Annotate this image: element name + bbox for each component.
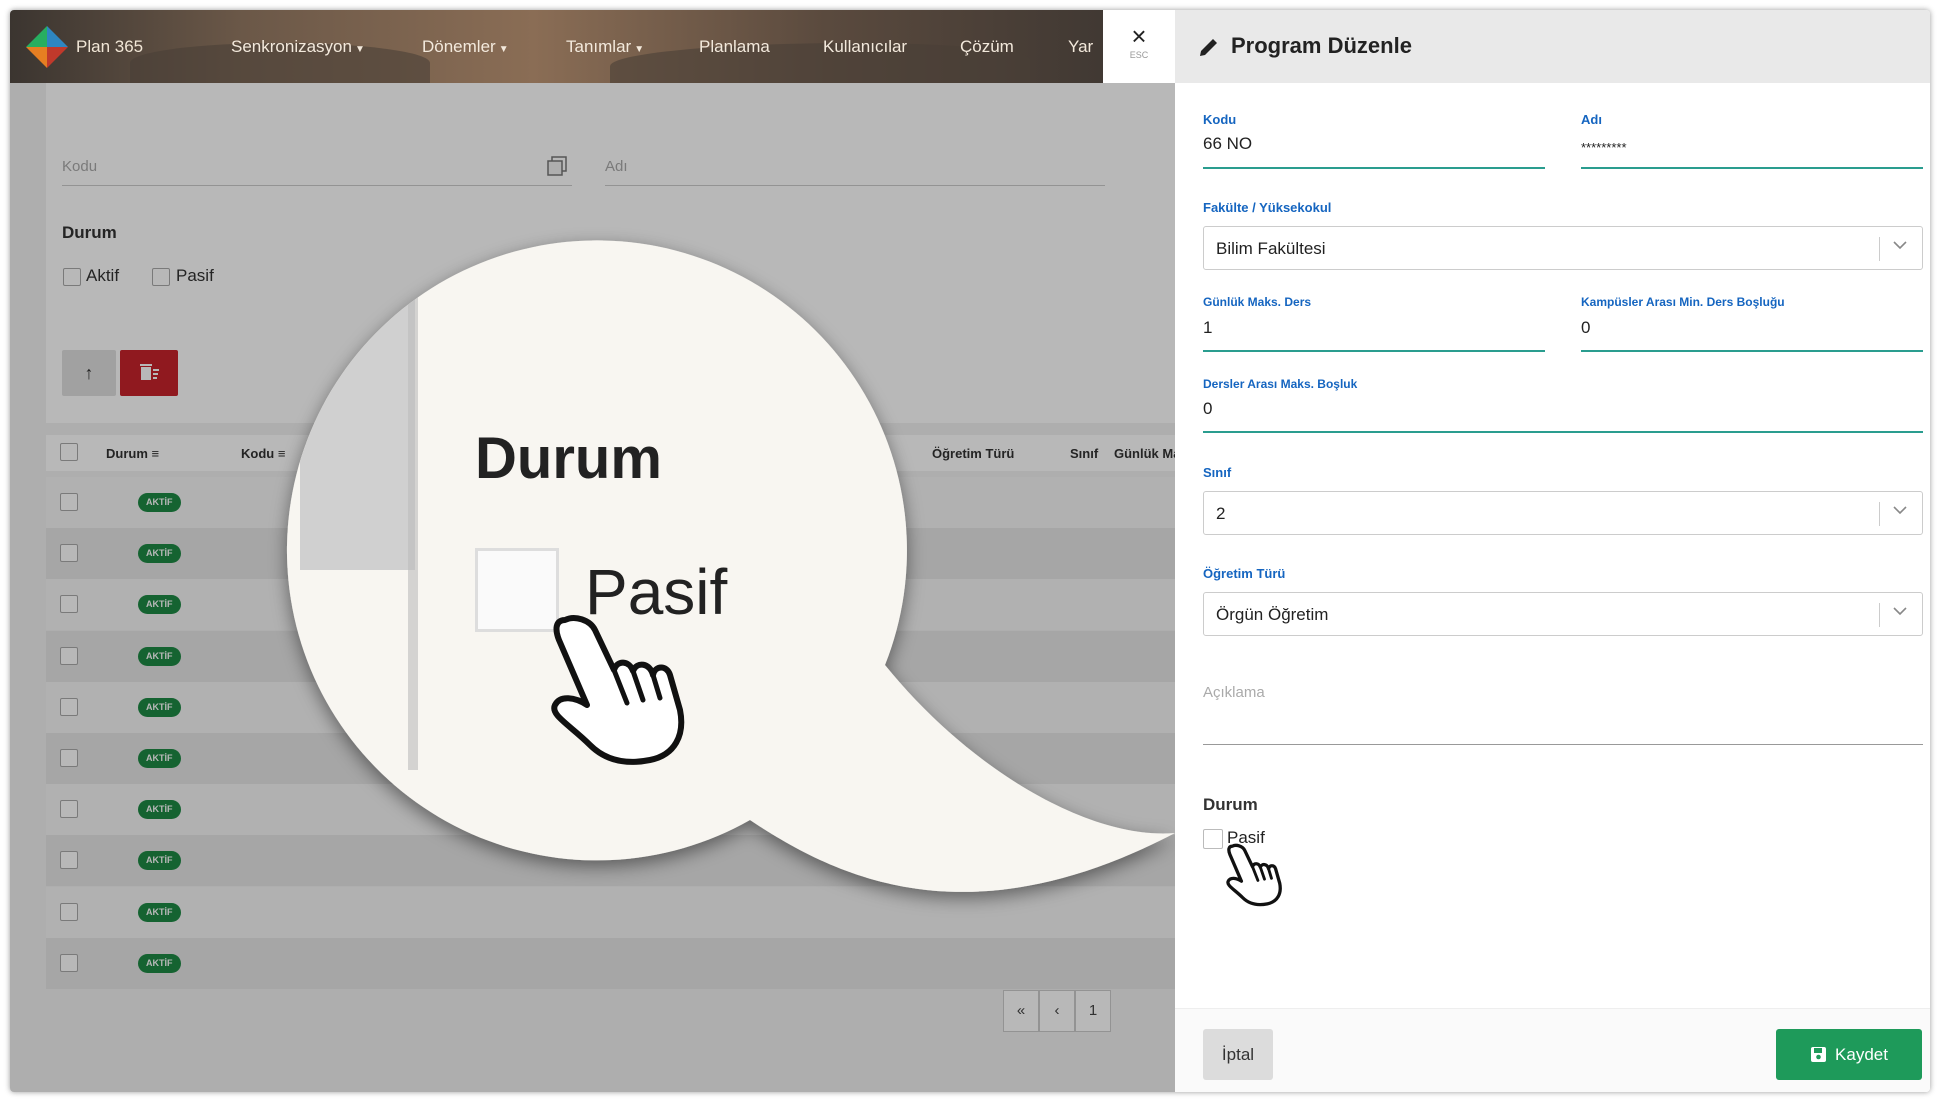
ogretim-turu-select[interactable]: Örgün Öğretim — [1203, 592, 1923, 636]
save-button[interactable]: Kaydet — [1776, 1029, 1922, 1080]
kampus-bosluk-input[interactable]: 0 — [1581, 318, 1590, 338]
sinif-select[interactable]: 2 — [1203, 491, 1923, 535]
save-icon — [1811, 1047, 1827, 1062]
panel-footer: İptal Kaydet — [1175, 1008, 1930, 1092]
fakulte-select[interactable]: Bilim Fakültesi — [1203, 226, 1923, 270]
kodu-label: Kodu — [1203, 112, 1237, 127]
fakulte-label: Fakülte / Yüksekokul — [1203, 200, 1332, 215]
chevron-down-icon — [1893, 241, 1907, 250]
aciklama-input[interactable]: Açıklama — [1203, 684, 1265, 701]
ogretim-turu-label: Öğretim Türü — [1203, 566, 1286, 581]
screenshot-frame: Plan 365 Senkronizasyon ▼ Dönemler ▼ Tanım… — [10, 10, 1930, 1092]
top-navbar: Plan 365 Senkronizasyon ▼ Dönemler ▼ Tanım… — [10, 10, 1175, 83]
fakulte-value: Bilim Fakültesi — [1216, 239, 1326, 258]
nav-donemler[interactable]: Dönemler ▼ — [422, 37, 509, 57]
dersler-arasi-label: Dersler Arası Maks. Boşluk — [1203, 377, 1358, 391]
background-app: Plan 365 Senkronizasyon ▼ Dönemler ▼ Tanım… — [10, 10, 1175, 1092]
nav-senkronizasyon[interactable]: Senkronizasyon ▼ — [231, 37, 365, 57]
gunluk-maks-ders-input[interactable]: 1 — [1203, 318, 1212, 338]
chevron-down-icon — [1893, 506, 1907, 515]
ogretim-turu-value: Örgün Öğretim — [1216, 605, 1329, 624]
plan365-logo-icon — [26, 26, 68, 68]
brand-name: Plan 365 — [76, 37, 144, 56]
adi-label: Adı — [1581, 112, 1602, 127]
edit-program-panel: Program Düzenle Kodu 66 NO Adı *********… — [1175, 10, 1930, 1092]
hand-cursor-icon — [1226, 843, 1282, 907]
chevron-down-icon — [1893, 607, 1907, 616]
kodu-input[interactable]: 66 NO — [1203, 134, 1252, 154]
sinif-value: 2 — [1216, 504, 1226, 523]
nav-yar[interactable]: Yar — [1068, 37, 1093, 57]
adi-input[interactable]: ********* — [1581, 140, 1627, 155]
esc-hint: ESC — [1129, 50, 1149, 60]
nav-planlama[interactable]: Planlama — [699, 37, 770, 57]
sinif-label: Sınıf — [1203, 465, 1232, 480]
modal-backdrop — [10, 83, 1175, 1092]
close-icon: × — [1131, 21, 1147, 51]
nav-tanimlar[interactable]: Tanımlar ▼ — [566, 37, 644, 57]
panel-title: Program Düzenle — [1231, 33, 1412, 58]
panel-header: Program Düzenle — [1175, 10, 1930, 83]
durum-label: Durum — [1203, 795, 1258, 814]
nav-cozum[interactable]: Çözüm — [960, 37, 1014, 57]
dersler-arasi-input[interactable]: 0 — [1203, 399, 1212, 419]
kampus-bosluk-label: Kampüsler Arası Min. Ders Boşluğu — [1581, 295, 1785, 309]
cancel-button[interactable]: İptal — [1203, 1029, 1273, 1080]
gunluk-maks-ders-label: Günlük Maks. Ders — [1203, 295, 1312, 309]
pencil-icon — [1200, 39, 1217, 56]
close-panel-button[interactable]: × ESC — [1103, 10, 1175, 83]
nav-kullanicilar[interactable]: Kullanıcılar — [823, 37, 907, 57]
